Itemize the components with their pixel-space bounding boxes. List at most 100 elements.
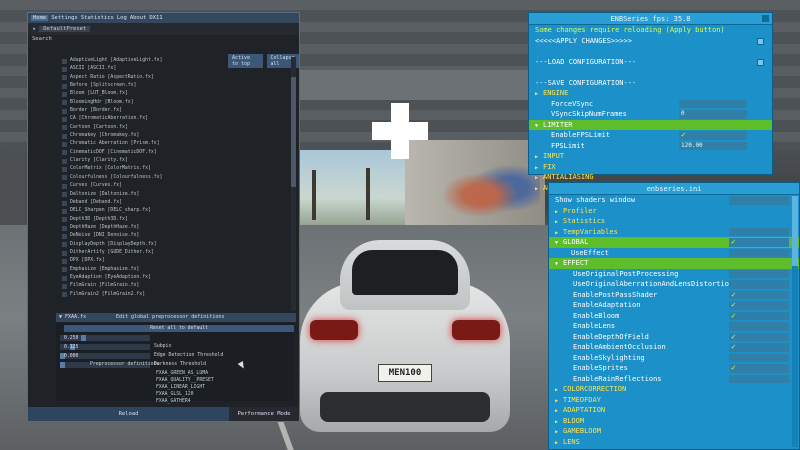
enb-row[interactable]: ▼ LIMITER (529, 119, 772, 130)
effect-list-item[interactable]: Chromakey [Chromakey.fx] (58, 132, 293, 140)
parameter-slider[interactable]: 0.250 (60, 335, 150, 341)
enb-row[interactable]: FPSLimit 120.00 (529, 141, 772, 152)
enb-row[interactable]: ▶ LENS (549, 437, 799, 448)
menu-item-5[interactable]: DX11 (149, 15, 162, 21)
effect-checkbox[interactable] (62, 125, 67, 131)
effect-checkbox[interactable] (62, 242, 67, 248)
search-label[interactable]: Search (28, 35, 299, 45)
effect-list-item[interactable]: Cartoon [Cartoon.fx] (58, 124, 293, 132)
enb-row[interactable]: ForceVSync (529, 99, 772, 110)
effect-checkbox[interactable] (62, 283, 67, 289)
effect-list-item[interactable]: Colourfulness [Colourfulness.fx] (58, 174, 293, 182)
effect-list-item[interactable]: Clarity [Clarity.fx] (58, 157, 293, 165)
effect-list-item[interactable]: DitherArtify [GUDE_Dither.fx] (58, 249, 293, 257)
action-checkbox[interactable] (757, 37, 764, 45)
value-field[interactable]: 120.00 (679, 141, 747, 150)
enb-row[interactable]: EnableDepthOfField ✓ (549, 332, 799, 343)
enb-row[interactable]: UseOriginalPostProcessing (549, 269, 799, 280)
preprocessor-macro[interactable]: FXAA_GREEN_AS_LUMA (156, 371, 208, 376)
value-field[interactable] (729, 374, 789, 383)
parameter-slider[interactable]: 0.000 (60, 353, 150, 359)
enb-row[interactable]: EnableLens (549, 321, 799, 332)
menu-item-2[interactable]: Statistics (81, 15, 114, 21)
effect-checkbox[interactable] (62, 100, 67, 106)
effect-list-item[interactable]: DPX [DPX.fx] (58, 257, 293, 265)
effect-checkbox[interactable] (62, 208, 67, 214)
effect-checkbox[interactable] (62, 150, 67, 156)
value-field[interactable] (729, 353, 789, 362)
enb-row[interactable]: EnableSkylighting (549, 353, 799, 364)
effect-checkbox[interactable] (62, 92, 67, 98)
effect-checkbox[interactable] (62, 183, 67, 189)
enb-row[interactable]: ▶ BLOOM (549, 416, 799, 427)
enb-row[interactable]: <<<<<APPLY CHANGES>>>>> (529, 36, 772, 47)
effect-list-item[interactable]: DELC_Sharpen [DELC_sharp.fx] (58, 207, 293, 215)
effect-list-item[interactable]: Depth3D [Depth3D.fx] (58, 216, 293, 224)
option-checkbox[interactable]: ✓ (729, 342, 789, 352)
preset-selector[interactable]: DefaultPreset (39, 26, 91, 32)
option-checkbox[interactable]: ✓ (729, 237, 789, 247)
option-checkbox[interactable]: ✓ (729, 300, 789, 310)
effect-list-item[interactable]: DeNoise [DNI_Denoise.fx] (58, 232, 293, 240)
value-field[interactable] (729, 322, 789, 331)
preprocessor-macro[interactable]: FXAA_GLSL_120 (156, 392, 194, 397)
enb-ini-scrollbar[interactable] (792, 196, 798, 447)
option-checkbox[interactable]: ✓ (729, 363, 789, 373)
effect-checkbox[interactable] (62, 158, 67, 164)
effect-list-item[interactable]: Aspect Ratio [AspectRatio.fx] (58, 74, 293, 82)
reload-button[interactable]: Reload (28, 407, 229, 421)
value-field[interactable] (729, 280, 789, 289)
enb-row[interactable]: ▶ GAMEBLOOM (549, 426, 799, 437)
menu-item-4[interactable]: About (130, 15, 147, 21)
effect-checkbox[interactable] (62, 108, 67, 114)
option-checkbox[interactable]: ✓ (729, 311, 789, 320)
enb-row[interactable]: ▶ Profiler (549, 206, 799, 217)
reset-all-button[interactable]: Reset all to default (64, 325, 294, 332)
option-checkbox[interactable]: ✓ (679, 130, 747, 140)
parameter-slider[interactable]: 0.125 (60, 344, 150, 350)
effect-list-item[interactable]: Bloom [LUT_Bloom.fx] (58, 90, 293, 98)
effect-list-item[interactable]: FilmGrain [FilmGrain.fx] (58, 282, 293, 290)
preprocessor-macro[interactable]: FXAA_QUALITY__PRESET (156, 378, 214, 383)
effect-list-item[interactable]: FilmGrain2 [FilmGrain2.fx] (58, 291, 293, 299)
effect-list-item[interactable]: Before [Splitscreen.fx] (58, 82, 293, 90)
effect-checkbox[interactable] (62, 175, 67, 181)
effect-list-item[interactable]: Curves [Curves.fx] (58, 182, 293, 190)
effect-checkbox[interactable] (62, 167, 67, 173)
value-field[interactable] (729, 248, 789, 257)
menu-item-3[interactable]: Log (117, 15, 127, 21)
effect-list-item[interactable]: DisplayDepth [DisplayDepth.fx] (58, 241, 293, 249)
enb-row[interactable]: EnableRainReflections (549, 374, 799, 385)
enb-row[interactable]: ---LOAD CONFIGURATION--- (529, 57, 772, 68)
enb-row[interactable]: Show shaders window (549, 195, 799, 206)
effect-checkbox[interactable] (62, 133, 67, 139)
enb-row[interactable] (529, 67, 772, 78)
effect-checkbox[interactable] (62, 67, 67, 73)
enb-row[interactable]: ▶ ENGINE (529, 88, 772, 99)
effect-section-header[interactable]: ▼ FXAA.fx Edit global preprocessor defin… (56, 313, 296, 322)
value-field[interactable] (729, 269, 789, 278)
value-field[interactable] (729, 196, 789, 205)
close-icon[interactable] (762, 15, 769, 22)
chevron-down-icon[interactable]: ▾ (32, 25, 36, 33)
enb-row[interactable]: ▶ COLORCORRECTION (549, 384, 799, 395)
effect-checkbox[interactable] (62, 217, 67, 223)
enb-row[interactable]: ▶ Statistics (549, 216, 799, 227)
collapsed-arrow-icon[interactable]: ▶ (535, 184, 543, 195)
effect-checkbox[interactable] (62, 83, 67, 89)
effect-checkbox[interactable] (62, 192, 67, 198)
effect-list-item[interactable]: CinematicDOF [CinematicDOF.fx] (58, 149, 293, 157)
enb-row[interactable]: UseEffect (549, 248, 799, 259)
enb-row[interactable]: ▶ INPUT (529, 151, 772, 162)
effect-checkbox[interactable] (62, 275, 67, 281)
enb-row[interactable]: EnableSprites ✓ (549, 363, 799, 374)
enb-row[interactable]: ▼ EFFECT (549, 258, 799, 269)
enb-row[interactable]: ---SAVE CONFIGURATION--- (529, 78, 772, 89)
enb-row[interactable]: EnableAdaptation ✓ (549, 300, 799, 311)
action-checkbox[interactable] (757, 58, 764, 66)
effect-list-item[interactable]: Border [Border.fx] (58, 107, 293, 115)
effect-checkbox[interactable] (62, 75, 67, 81)
effect-checkbox[interactable] (62, 258, 67, 264)
effect-list-item[interactable]: AdaptiveLight [AdaptiveLight.fx] (58, 57, 293, 65)
effect-list-scrollbar[interactable] (291, 57, 296, 311)
